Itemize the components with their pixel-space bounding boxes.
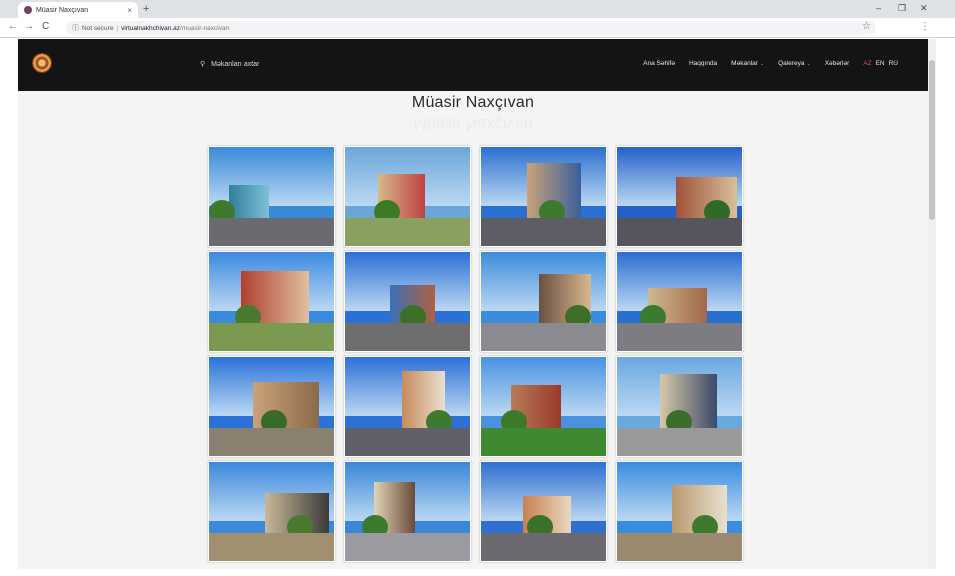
gallery-photo[interactable] xyxy=(616,356,743,457)
address-bar[interactable]: ⓘ Not secure | virtualnakhchivan.az /mua… xyxy=(66,21,876,35)
info-icon[interactable]: ⓘ xyxy=(72,23,79,33)
nav-item-label: Qalereya xyxy=(778,60,805,67)
gallery-photo[interactable] xyxy=(208,251,335,352)
bookmark-star-icon[interactable]: ☆ xyxy=(862,21,871,33)
photo-ground xyxy=(617,533,742,561)
photo-ground xyxy=(481,218,606,246)
gallery-photo[interactable] xyxy=(616,461,743,562)
language-az[interactable]: AZ xyxy=(863,60,871,67)
gallery-photo[interactable] xyxy=(616,251,743,352)
site-navbar: ⚲ Məkanları axtar Ana Səhifə Haqqında Məka… xyxy=(18,39,928,91)
gallery-photo[interactable] xyxy=(344,461,471,562)
tab-muasir-naxcivan[interactable]: Müasir Naxçıvan × xyxy=(18,2,138,18)
new-tab-button[interactable]: + xyxy=(143,2,149,16)
back-button[interactable]: ← xyxy=(8,21,18,33)
forward-button[interactable]: → xyxy=(24,21,34,33)
photo-ground xyxy=(345,323,470,351)
photo-ground xyxy=(617,218,742,246)
photo-ground xyxy=(209,428,334,456)
scrollbar-thumb[interactable] xyxy=(929,60,935,220)
gallery-photo[interactable] xyxy=(480,251,607,352)
gallery-photo[interactable] xyxy=(344,356,471,457)
gallery-photo[interactable] xyxy=(480,146,607,247)
minimize-button[interactable]: – xyxy=(876,2,881,14)
browser-toolbar: ← → C ⓘ Not secure | virtualnakhchivan.a… xyxy=(0,18,955,38)
security-label: Not secure xyxy=(82,24,114,32)
browser-window: Müasir Naxçıvan × + – ❐ ✕ ← → C ⓘ Not se… xyxy=(0,0,955,576)
tab-strip: Müasir Naxçıvan × + – ❐ ✕ xyxy=(0,0,955,18)
site-favicon-icon xyxy=(24,6,32,14)
maximize-button[interactable]: ❐ xyxy=(898,2,906,14)
site-search[interactable]: ⚲ Məkanları axtar xyxy=(200,60,259,69)
photo-ground xyxy=(481,323,606,351)
nav-item-4[interactable]: Xəbərlər xyxy=(825,60,850,67)
nav-item-3[interactable]: Qalereya ⌄ xyxy=(778,60,811,67)
photo-ground xyxy=(209,218,334,246)
nav-item-label: Məkanlar xyxy=(731,60,758,67)
url-path: /muasir-naxcivan xyxy=(180,24,230,32)
nav-item-label: Haqqında xyxy=(688,60,718,67)
photo-ground xyxy=(617,323,742,351)
photo-ground xyxy=(209,323,334,351)
chevron-down-icon: ⌄ xyxy=(759,61,765,67)
photo-ground xyxy=(617,428,742,456)
page-title-reflection: Müasir Naxçıvan xyxy=(413,115,533,132)
url-separator: | xyxy=(116,24,119,32)
search-icon: ⚲ xyxy=(200,61,206,68)
nav-item-0[interactable]: Ana Səhifə xyxy=(643,60,675,67)
gallery-photo[interactable] xyxy=(208,146,335,247)
nav-item-label: Xəbərlər xyxy=(824,60,850,67)
tab-close-icon[interactable]: × xyxy=(127,6,132,15)
photo-sky xyxy=(209,147,334,207)
search-input[interactable]: Məkanları axtar xyxy=(211,61,259,68)
photo-building xyxy=(229,185,269,220)
gallery-photo[interactable] xyxy=(344,251,471,352)
browser-menu-icon[interactable]: ⋮ xyxy=(920,21,930,33)
language-ru[interactable]: RU xyxy=(889,60,898,67)
chevron-down-icon: ⌄ xyxy=(806,61,811,67)
gallery-photo[interactable] xyxy=(480,356,607,457)
language-en[interactable]: EN xyxy=(876,60,885,67)
close-window-button[interactable]: ✕ xyxy=(920,2,928,14)
tab-title: Müasir Naxçıvan xyxy=(36,6,89,14)
nav-item-2[interactable]: Məkanlar ⌄ xyxy=(731,60,764,67)
photo-gallery xyxy=(208,146,744,562)
url-host: virtualnakhchivan.az xyxy=(121,24,181,32)
nav-item-label: Ana Səhifə xyxy=(643,60,675,67)
site-menu: Ana Səhifə Haqqında Məkanlar ⌄ Qalereya ⌄ Xəbə… xyxy=(629,60,898,67)
gallery-photo[interactable] xyxy=(480,461,607,562)
site-logo-icon[interactable] xyxy=(32,53,52,73)
photo-ground xyxy=(209,533,334,561)
gallery-photo[interactable] xyxy=(344,146,471,247)
photo-ground xyxy=(345,533,470,561)
gallery-photo[interactable] xyxy=(208,461,335,562)
nav-item-1[interactable]: Haqqında xyxy=(689,60,717,67)
photo-ground xyxy=(345,428,470,456)
photo-ground xyxy=(481,428,606,456)
photo-ground xyxy=(345,218,470,246)
page-viewport: ⚲ Məkanları axtar Ana Səhifə Haqqında Məka… xyxy=(18,39,928,569)
page-title: Müasir Naxçıvan xyxy=(411,94,535,111)
reload-button[interactable]: C xyxy=(42,21,49,33)
gallery-photo[interactable] xyxy=(616,146,743,247)
photo-ground xyxy=(481,533,606,561)
gallery-photo[interactable] xyxy=(208,356,335,457)
